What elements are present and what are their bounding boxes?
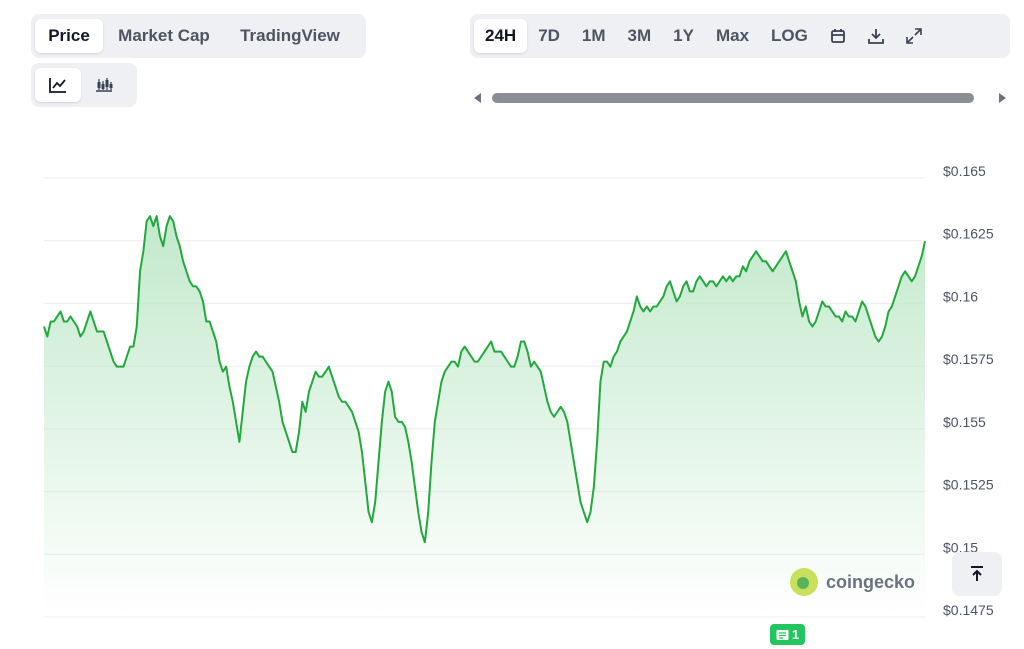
news-marker-badge[interactable]: 1 — [770, 624, 805, 645]
news-count: 1 — [791, 627, 800, 642]
arrow-up-to-line-icon — [971, 566, 983, 581]
y-tick-label: $0.1525 — [943, 477, 994, 493]
newspaper-icon — [776, 629, 789, 640]
y-tick-label: $0.1475 — [943, 602, 994, 618]
price-area-fill — [44, 216, 925, 617]
y-tick-label: $0.165 — [943, 163, 986, 179]
price-chart: $0.165 $0.1625 $0.16 $0.1575 $0.155 $0.1525 $0… — [43, 163, 994, 618]
coingecko-watermark: coingecko — [790, 568, 915, 596]
y-axis-labels: $0.165 $0.1625 $0.16 $0.1575 $0.155 $0.1525 $0… — [943, 163, 994, 618]
y-tick-label: $0.16 — [943, 288, 978, 304]
coingecko-logo — [790, 568, 818, 596]
scroll-to-top-button[interactable] — [952, 552, 1002, 596]
y-tick-label: $0.155 — [943, 414, 986, 430]
watermark-text: coingecko — [826, 571, 916, 592]
y-tick-label: $0.1625 — [943, 226, 994, 242]
y-tick-label: $0.1575 — [943, 351, 994, 367]
